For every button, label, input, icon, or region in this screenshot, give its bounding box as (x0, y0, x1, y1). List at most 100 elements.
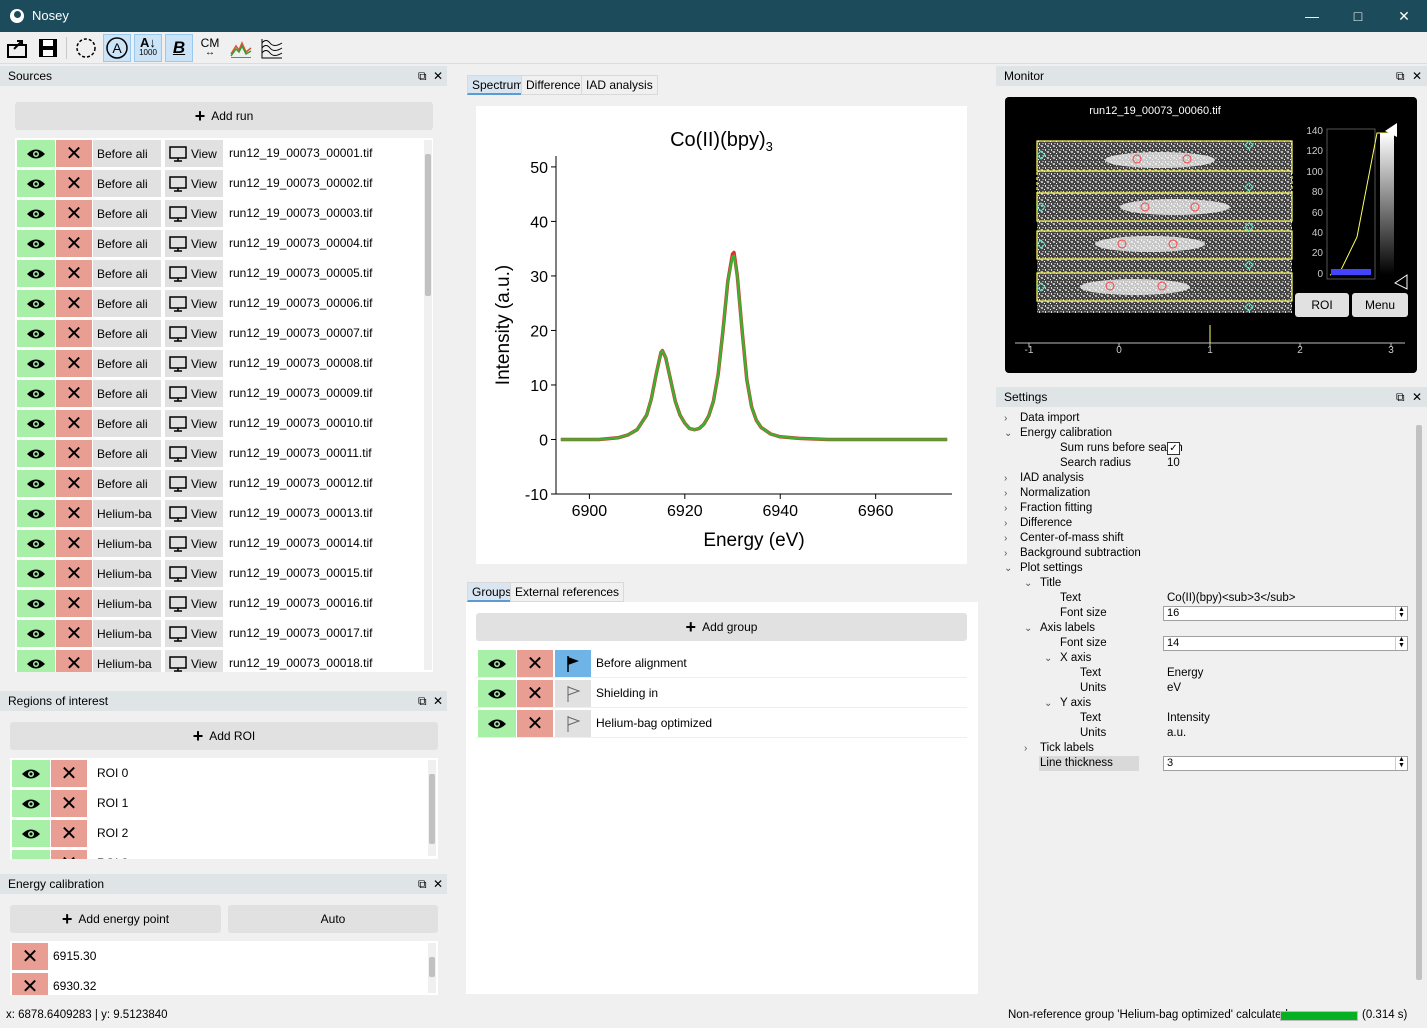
center-of-mass-icon[interactable]: CM ↔ (196, 34, 224, 62)
settings-item[interactable]: Text Co(II)(bpy)<sub>3</sub> (996, 591, 1411, 606)
settings-item[interactable]: Units a.u. (996, 726, 1411, 741)
settings-value[interactable]: Intensity (1167, 711, 1210, 726)
view-button[interactable]: View (165, 590, 223, 617)
visibility-toggle-icon[interactable] (12, 850, 50, 859)
add-energy-point-button[interactable]: + Add energy point (10, 905, 221, 933)
close-dock-icon[interactable]: ✕ (1412, 66, 1422, 86)
settings-item[interactable]: Units eV (996, 681, 1411, 696)
settings-item[interactable]: Text Energy (996, 666, 1411, 681)
tab-iad-analysis[interactable]: IAD analysis (581, 75, 658, 95)
visibility-toggle-icon[interactable] (478, 680, 516, 707)
visibility-toggle-icon[interactable] (17, 440, 55, 467)
detector-image[interactable] (1005, 97, 1417, 373)
chevron-right-icon[interactable]: › (1004, 531, 1007, 546)
chevron-down-icon[interactable]: ⌄ (1024, 621, 1032, 636)
group-assignment[interactable]: Helium-ba (93, 530, 161, 557)
settings-item[interactable]: › Difference (996, 516, 1411, 531)
export-icon[interactable] (4, 34, 32, 62)
view-button[interactable]: View (165, 530, 223, 557)
add-group-button[interactable]: + Add group (476, 613, 967, 641)
remove-run-button[interactable]: ✕ (56, 620, 92, 647)
view-button[interactable]: View (165, 410, 223, 437)
settings-item[interactable]: ⌄ Energy calibration (996, 426, 1411, 441)
remove-group-button[interactable]: ✕ (517, 650, 553, 677)
group-assignment[interactable]: Before ali (93, 170, 161, 197)
lasso-select-icon[interactable] (72, 34, 100, 62)
checkbox[interactable]: ✓ (1167, 442, 1180, 455)
view-button[interactable]: View (165, 140, 223, 167)
group-assignment[interactable]: Before ali (93, 260, 161, 287)
view-button[interactable]: View (165, 260, 223, 287)
remove-run-button[interactable]: ✕ (56, 170, 92, 197)
group-assignment[interactable]: Helium-ba (93, 650, 161, 672)
group-assignment[interactable]: Helium-ba (93, 560, 161, 587)
group-assignment[interactable]: Before ali (93, 140, 161, 167)
settings-value[interactable]: 10 (1167, 456, 1180, 471)
visibility-toggle-icon[interactable] (12, 820, 50, 847)
chevron-right-icon[interactable]: › (1024, 741, 1027, 756)
settings-scroll-thumb[interactable] (1416, 425, 1422, 980)
waterfall-icon[interactable] (258, 34, 286, 62)
view-button[interactable]: View (165, 500, 223, 527)
view-button[interactable]: View (165, 200, 223, 227)
settings-item[interactable]: Font size 14 ▲ ▼ (996, 636, 1411, 651)
view-button[interactable]: View (165, 320, 223, 347)
remove-run-button[interactable]: ✕ (56, 260, 92, 287)
remove-roi-button[interactable]: ✕ (51, 790, 87, 817)
visibility-toggle-icon[interactable] (17, 620, 55, 647)
remove-run-button[interactable]: ✕ (56, 380, 92, 407)
close-dock-icon[interactable]: ✕ (1412, 387, 1422, 407)
chevron-down-icon[interactable]: ⌄ (1044, 651, 1052, 666)
remove-group-button[interactable]: ✕ (517, 710, 553, 737)
settings-value[interactable]: a.u. (1167, 726, 1186, 741)
visibility-toggle-icon[interactable] (17, 470, 55, 497)
remove-run-button[interactable]: ✕ (56, 290, 92, 317)
settings-item[interactable]: Line thickness 3 ▲ ▼ (996, 756, 1411, 771)
float-dock-icon[interactable]: ⧉ (418, 691, 427, 711)
chevron-down-icon[interactable]: ⌄ (1044, 696, 1052, 711)
menu-button[interactable]: Menu (1352, 293, 1408, 317)
remove-run-button[interactable]: ✕ (56, 140, 92, 167)
visibility-toggle-icon[interactable] (17, 500, 55, 527)
visibility-toggle-icon[interactable] (17, 380, 55, 407)
chevron-right-icon[interactable]: › (1004, 471, 1007, 486)
settings-item[interactable]: ⌄ X axis (996, 651, 1411, 666)
tab-external-references[interactable]: External references (510, 582, 625, 602)
visibility-toggle-icon[interactable] (12, 760, 50, 787)
settings-value[interactable]: Co(II)(bpy)<sub>3</sub> (1167, 591, 1296, 606)
add-run-button[interactable]: + Add run (15, 102, 433, 130)
remove-roi-button[interactable]: ✕ (51, 760, 87, 787)
minimize-button[interactable]: — (1289, 0, 1335, 32)
monitor-view[interactable]: run12_19_00073_00060.tif 140 120 100 80 … (1005, 97, 1417, 373)
settings-item[interactable]: Sum runs before search ✓ (996, 441, 1411, 456)
settings-spinbox[interactable]: 3 ▲ ▼ (1163, 756, 1408, 771)
remove-run-button[interactable]: ✕ (56, 560, 92, 587)
settings-item[interactable]: › Fraction fitting (996, 501, 1411, 516)
visibility-toggle-icon[interactable] (17, 170, 55, 197)
visibility-toggle-icon[interactable] (17, 320, 55, 347)
auto-scale-icon[interactable]: A (103, 34, 131, 62)
group-assignment[interactable]: Helium-ba (93, 500, 161, 527)
remove-run-button[interactable]: ✕ (56, 650, 92, 672)
group-assignment[interactable]: Helium-ba (93, 620, 161, 647)
spin-arrows-icon[interactable]: ▲ ▼ (1395, 606, 1407, 620)
chevron-right-icon[interactable]: › (1004, 486, 1007, 501)
save-icon[interactable] (34, 34, 62, 62)
view-button[interactable]: View (165, 380, 223, 407)
remove-run-button[interactable]: ✕ (56, 470, 92, 497)
visibility-toggle-icon[interactable] (17, 590, 55, 617)
remove-roi-button[interactable]: ✕ (51, 850, 87, 859)
energy-value[interactable]: 6930.32 (53, 979, 96, 993)
roi-scroll-thumb[interactable] (429, 774, 435, 844)
remove-run-button[interactable]: ✕ (56, 320, 92, 347)
roi-scrollbar[interactable] (428, 760, 436, 856)
settings-item[interactable]: ⌄ Title (996, 576, 1411, 591)
settings-item[interactable]: Search radius 10 (996, 456, 1411, 471)
settings-item[interactable]: ⌄ Y axis (996, 696, 1411, 711)
spin-arrows-icon[interactable]: ▲ ▼ (1395, 636, 1407, 650)
visibility-toggle-icon[interactable] (478, 710, 516, 737)
remove-energy-point-button[interactable]: ✕ (12, 943, 48, 970)
chevron-down-icon[interactable]: ⌄ (1004, 561, 1012, 576)
settings-item[interactable]: › Tick labels (996, 741, 1411, 756)
visibility-toggle-icon[interactable] (12, 790, 50, 817)
